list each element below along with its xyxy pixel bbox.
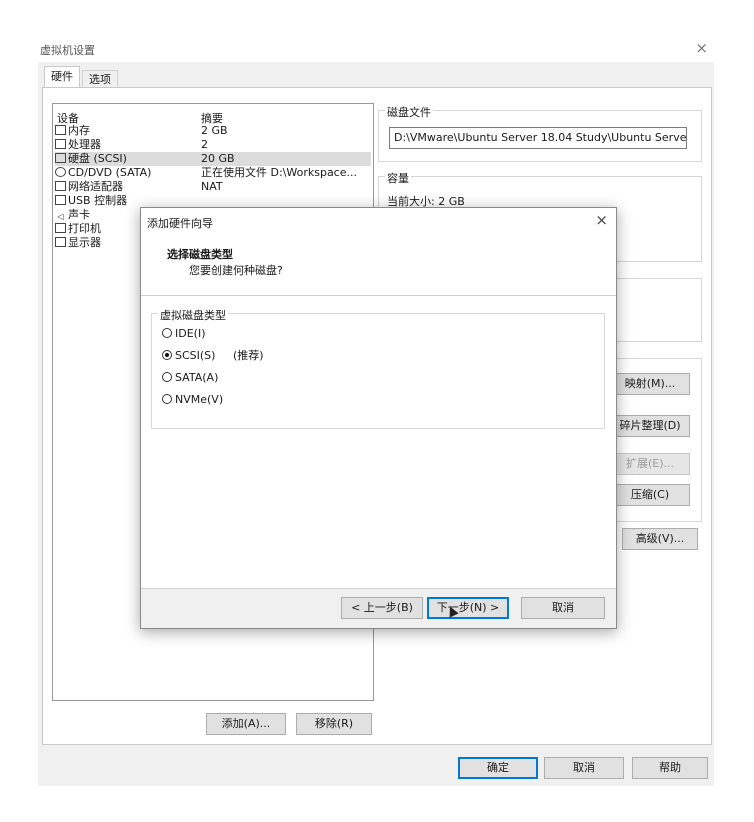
monitor-icon <box>55 237 66 247</box>
back-button[interactable]: < 上一步(B) <box>341 597 423 619</box>
recommended-note: (推荐) <box>232 349 264 362</box>
device-name: 内存 <box>68 124 90 137</box>
memory-icon <box>55 125 66 135</box>
network-icon <box>55 181 66 191</box>
radio-button[interactable] <box>162 394 172 404</box>
radio-label: IDE(I) <box>175 327 206 340</box>
device-row-selected[interactable]: 硬盘 (SCSI) 20 GB <box>55 152 371 166</box>
remove-hardware-button[interactable]: 移除(R) <box>296 713 372 735</box>
cd-icon <box>55 167 66 177</box>
device-name: 网络适配器 <box>68 180 123 193</box>
device-name: 声卡 <box>68 208 90 221</box>
device-name: CD/DVD (SATA) <box>68 166 152 179</box>
device-summary: NAT <box>201 180 223 193</box>
disk-type-group: 虚拟磁盘类型 IDE(I) SCSI(S) (推荐) SATA(A) NVMe(… <box>151 307 605 429</box>
add-hardware-button[interactable]: 添加(A)... <box>206 713 286 735</box>
device-summary: 2 GB <box>201 124 228 137</box>
dialog-header: 添加硬件向导 × 选择磁盘类型 您要创建何种磁盘? <box>141 208 616 296</box>
dialog-body: 虚拟磁盘类型 IDE(I) SCSI(S) (推荐) SATA(A) NVMe(… <box>141 296 616 588</box>
device-summary: 2 <box>201 138 208 151</box>
disk-file-title: 磁盘文件 <box>385 104 433 120</box>
dialog-title: 添加硬件向导 <box>147 217 213 230</box>
window-title: 虚拟机设置 <box>40 44 95 57</box>
harddisk-icon <box>55 153 66 163</box>
device-row[interactable]: 内存 2 GB <box>55 124 371 138</box>
disk-type-group-title: 虚拟磁盘类型 <box>158 307 228 323</box>
device-row[interactable]: CD/DVD (SATA) 正在使用文件 D:\Workspace... <box>55 166 371 180</box>
advanced-button[interactable]: 高级(V)... <box>622 528 698 550</box>
device-summary: 正在使用文件 D:\Workspace... <box>201 166 357 179</box>
device-row[interactable]: 处理器 2 <box>55 138 371 152</box>
capacity-title: 容量 <box>385 170 411 186</box>
printer-icon <box>55 223 66 233</box>
dialog-cancel-button[interactable]: 取消 <box>521 597 605 619</box>
device-name: 显示器 <box>68 236 101 249</box>
radio-button[interactable] <box>162 372 172 382</box>
radio-scsi[interactable]: SCSI(S) (推荐) <box>162 348 264 364</box>
radio-sata[interactable]: SATA(A) <box>162 370 218 386</box>
device-name: 处理器 <box>68 138 101 151</box>
map-button[interactable]: 映射(M)... <box>610 373 690 395</box>
disk-file-group: 磁盘文件 D:\VMware\Ubuntu Server 18.04 Study… <box>378 104 702 162</box>
radio-ide[interactable]: IDE(I) <box>162 326 206 342</box>
add-hardware-wizard-dialog: 添加硬件向导 × 选择磁盘类型 您要创建何种磁盘? 虚拟磁盘类型 IDE(I) … <box>140 207 617 629</box>
device-row[interactable]: USB 控制器 <box>55 194 371 208</box>
dialog-separator <box>141 588 616 589</box>
dialog-close-icon[interactable]: × <box>595 211 608 229</box>
radio-button[interactable] <box>162 328 172 338</box>
ok-button[interactable]: 确定 <box>458 757 538 779</box>
cancel-button[interactable]: 取消 <box>544 757 624 779</box>
title-bar: 虚拟机设置 × <box>38 36 714 62</box>
radio-label: SATA(A) <box>175 371 219 384</box>
device-name: 硬盘 (SCSI) <box>68 152 127 165</box>
radio-button-selected[interactable] <box>162 350 172 360</box>
usb-icon <box>55 195 66 205</box>
compact-button[interactable]: 压缩(C) <box>610 484 690 506</box>
next-button[interactable]: 下一步(N) > <box>427 597 509 619</box>
help-button[interactable]: 帮助 <box>632 757 708 779</box>
footer-bar: 确定 取消 帮助 <box>38 752 714 786</box>
device-row[interactable]: 网络适配器 NAT <box>55 180 371 194</box>
radio-nvme[interactable]: NVMe(V) <box>162 392 223 408</box>
expand-button[interactable]: 扩展(E)... <box>610 453 690 475</box>
device-summary: 20 GB <box>201 152 235 165</box>
cpu-icon <box>55 139 66 149</box>
disk-file-path-field[interactable]: D:\VMware\Ubuntu Server 18.04 Study\Ubun… <box>389 127 687 149</box>
dialog-heading: 选择磁盘类型 <box>167 248 233 261</box>
dialog-subheading: 您要创建何种磁盘? <box>189 264 283 277</box>
tab-hardware[interactable]: 硬件 <box>44 66 80 87</box>
radio-label: SCSI(S) <box>175 349 216 362</box>
device-name: 打印机 <box>68 222 101 235</box>
radio-label: NVMe(V) <box>175 393 224 406</box>
device-name: USB 控制器 <box>68 194 128 207</box>
defrag-button[interactable]: 碎片整理(D) <box>610 415 690 437</box>
close-icon[interactable]: × <box>695 39 708 57</box>
tab-options[interactable]: 选项 <box>82 70 118 88</box>
